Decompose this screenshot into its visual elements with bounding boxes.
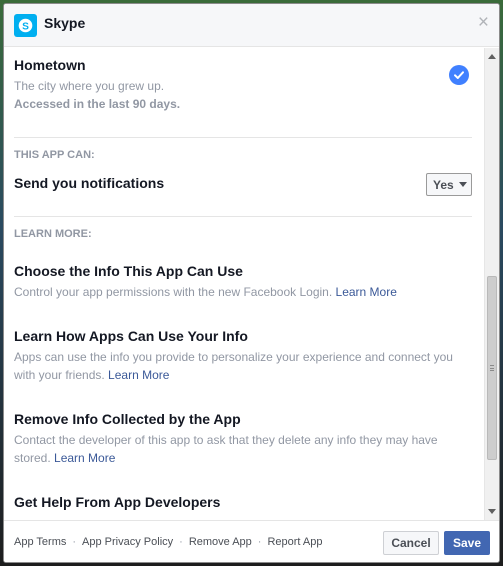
learn-more-title-get-help: Get Help From App Developers bbox=[14, 494, 221, 510]
vertical-scrollbar[interactable] bbox=[484, 48, 499, 520]
app-title: Skype bbox=[44, 15, 86, 31]
permission-title: Hometown bbox=[14, 57, 86, 73]
footer-separator: · bbox=[179, 536, 183, 548]
dialog-scroll-content[interactable]: Hometown The city where you grew up. Acc… bbox=[4, 48, 484, 520]
learn-more-desc-remove-info: Contact the developer of this app to ask… bbox=[14, 431, 469, 467]
footer-link-remove-app[interactable]: Remove App bbox=[189, 536, 252, 548]
scroll-down-arrow-icon[interactable] bbox=[488, 509, 496, 514]
desc-text: Control your app permissions with the ne… bbox=[14, 285, 336, 299]
learn-more-link[interactable]: Learn More bbox=[54, 451, 115, 465]
skype-logo-icon: S bbox=[14, 14, 37, 37]
footer-link-app-terms[interactable]: App Terms bbox=[14, 536, 66, 548]
divider bbox=[14, 216, 472, 217]
scrollbar-thumb[interactable] bbox=[487, 276, 497, 460]
this-app-can-label: THIS APP CAN: bbox=[14, 149, 95, 161]
learn-more-title-choose-info: Choose the Info This App Can Use bbox=[14, 263, 243, 279]
learn-more-link[interactable]: Learn More bbox=[336, 285, 397, 299]
footer-link-report-app[interactable]: Report App bbox=[267, 536, 322, 548]
close-icon[interactable]: × bbox=[478, 13, 489, 32]
cancel-button[interactable]: Cancel bbox=[383, 531, 439, 555]
learn-more-label: LEARN MORE: bbox=[14, 228, 92, 240]
learn-more-title-remove-info: Remove Info Collected by the App bbox=[14, 411, 241, 427]
grip-icon bbox=[490, 365, 494, 371]
check-circle-icon[interactable] bbox=[449, 65, 469, 85]
dialog-header: S Skype × bbox=[4, 4, 499, 47]
scroll-up-arrow-icon[interactable] bbox=[488, 54, 496, 59]
svg-text:S: S bbox=[22, 21, 29, 32]
notifications-value: Yes bbox=[433, 177, 454, 192]
learn-more-title-how-apps: Learn How Apps Can Use Your Info bbox=[14, 328, 248, 344]
footer-separator: · bbox=[257, 536, 262, 548]
footer-links: App Terms · App Privacy Policy · Remove … bbox=[14, 536, 323, 548]
learn-more-desc-how-apps: Apps can use the info you provide to per… bbox=[14, 348, 469, 384]
footer-separator: · bbox=[72, 536, 77, 548]
dialog-footer: App Terms · App Privacy Policy · Remove … bbox=[4, 520, 499, 562]
divider bbox=[14, 137, 472, 138]
learn-more-link[interactable]: Learn More bbox=[108, 368, 169, 382]
caret-down-icon bbox=[458, 182, 467, 187]
notifications-dropdown[interactable]: Yes bbox=[426, 173, 472, 196]
desc-text: Apps can use the info you provide to per… bbox=[14, 350, 453, 382]
save-button[interactable]: Save bbox=[444, 531, 490, 555]
learn-more-desc-choose-info: Control your app permissions with the ne… bbox=[14, 283, 469, 301]
footer-link-app-privacy-policy[interactable]: App Privacy Policy bbox=[82, 536, 173, 548]
permission-description: The city where you grew up. bbox=[14, 79, 165, 93]
notifications-label: Send you notifications bbox=[14, 175, 165, 191]
app-settings-dialog: S Skype × Hometown The city where you gr… bbox=[3, 3, 500, 563]
permission-accessed: Accessed in the last 90 days. bbox=[14, 97, 181, 111]
